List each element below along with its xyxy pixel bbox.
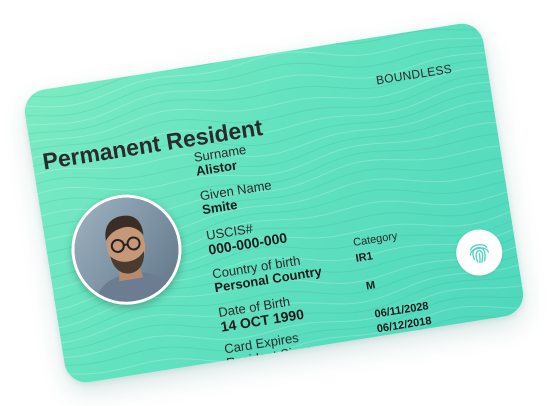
sex-value: M bbox=[365, 279, 377, 293]
permanent-resident-card: BOUNDLESS Permanent Resident Surname Ali… bbox=[21, 20, 527, 386]
wave-line bbox=[21, 28, 488, 98]
sex-field: M bbox=[365, 279, 376, 293]
wave-line bbox=[59, 326, 527, 386]
id-card-stage: BOUNDLESS Permanent Resident Surname Ali… bbox=[0, 0, 548, 406]
fingerprint-icon bbox=[469, 243, 490, 264]
